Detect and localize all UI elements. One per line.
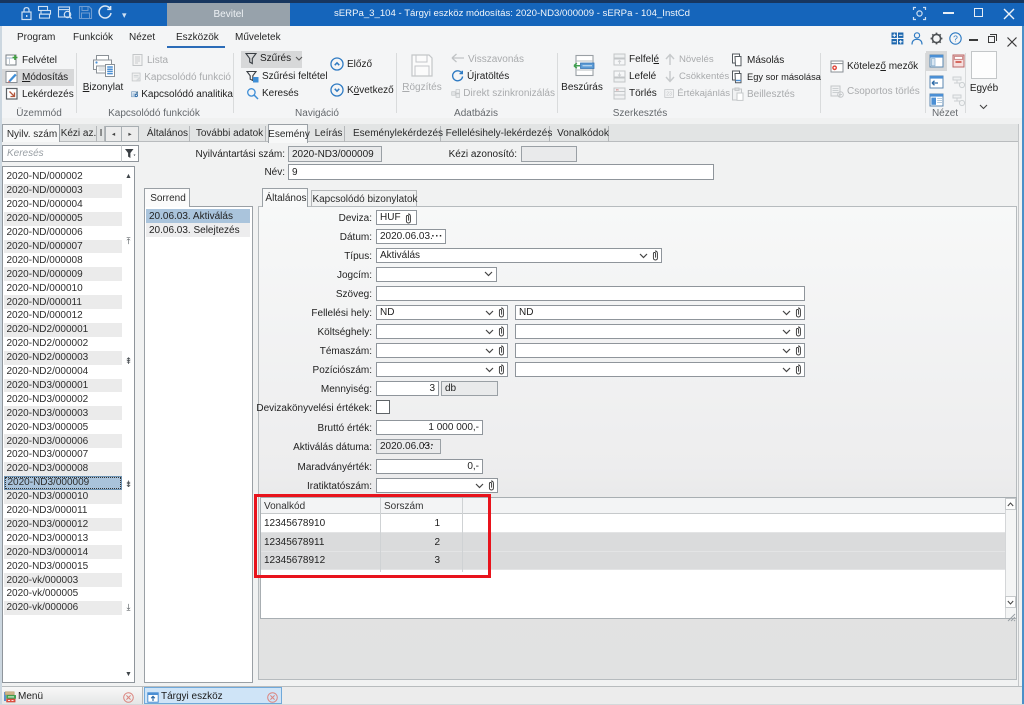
svg-text:23: 23 (666, 91, 672, 97)
svg-text:?: ? (953, 33, 958, 43)
